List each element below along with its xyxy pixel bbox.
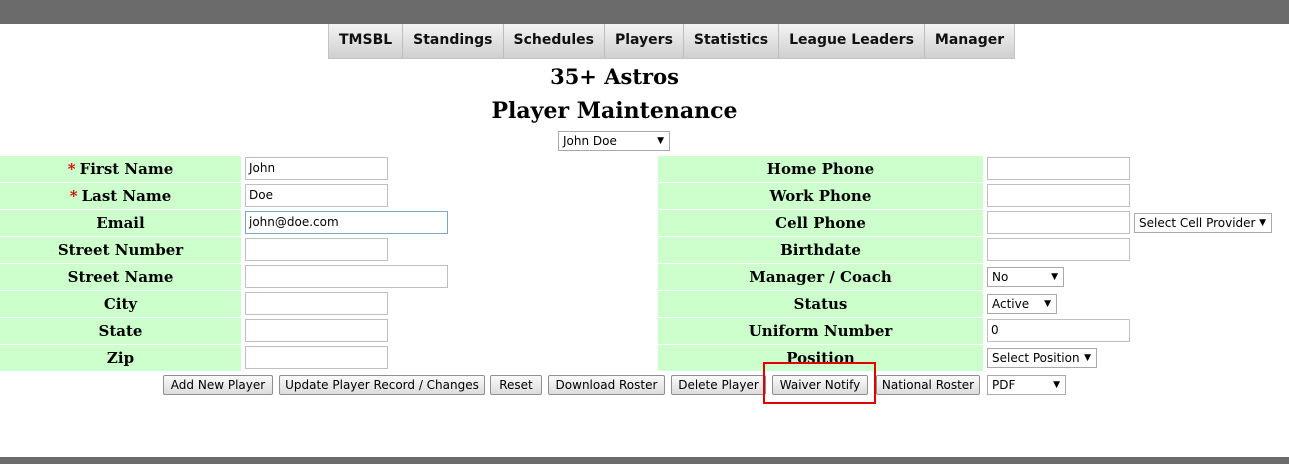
delete-player-button[interactable]: Delete Player (671, 375, 766, 395)
chevron-down-icon: ▼ (657, 136, 664, 146)
street-name-field[interactable] (245, 265, 448, 288)
position-select[interactable]: Select Position ▼ (987, 348, 1097, 368)
nav-standings[interactable]: Standings (403, 24, 504, 58)
format-select[interactable]: PDF ▼ (987, 375, 1066, 395)
label-text: Last Name (81, 187, 172, 205)
label-text: First Name (79, 160, 174, 178)
nav-tmsbl[interactable]: TMSBL (329, 24, 404, 58)
update-player-button[interactable]: Update Player Record / Changes (279, 375, 485, 395)
last-name-field[interactable]: Doe (245, 184, 388, 207)
top-bar (0, 0, 1289, 24)
required-marker: * (69, 187, 78, 205)
zip-field[interactable] (245, 346, 388, 369)
label-uniform-number: Uniform Number (658, 318, 983, 344)
home-phone-field[interactable] (987, 157, 1130, 180)
cell-phone-field[interactable] (987, 211, 1130, 234)
label-last-name: * Last Name (0, 183, 241, 209)
national-roster-button[interactable]: National Roster (876, 375, 980, 395)
required-marker: * (67, 160, 76, 178)
waiver-notify-highlight (763, 362, 876, 404)
label-zip: Zip (0, 345, 241, 371)
street-number-field[interactable] (245, 238, 388, 261)
label-city: City (0, 291, 241, 317)
cell-provider-select[interactable]: Select Cell Provider ▼ (1134, 213, 1272, 233)
page-title: Player Maintenance (491, 98, 738, 124)
player-select-value: John Doe (563, 134, 617, 148)
reset-button[interactable]: Reset (490, 375, 542, 395)
main-nav: TMSBL Standings Schedules Players Statis… (328, 24, 1016, 59)
manager-coach-value: No (992, 270, 1009, 284)
chevron-down-icon: ▼ (1084, 353, 1091, 363)
work-phone-field[interactable] (987, 184, 1130, 207)
format-value: PDF (992, 378, 1016, 392)
birthdate-field[interactable] (987, 238, 1130, 261)
status-value: Active (992, 297, 1030, 311)
label-home-phone: Home Phone (658, 156, 983, 182)
label-first-name: * First Name (0, 156, 241, 182)
label-status: Status (658, 291, 983, 317)
chevron-down-icon: ▼ (1053, 380, 1060, 390)
chevron-down-icon: ▼ (1051, 272, 1058, 282)
manager-coach-select[interactable]: No ▼ (987, 267, 1064, 287)
uniform-number-field[interactable]: 0 (987, 319, 1130, 342)
label-birthdate: Birthdate (658, 237, 983, 263)
email-field[interactable]: john@doe.com (245, 211, 448, 234)
chevron-down-icon: ▼ (1044, 299, 1051, 309)
label-street-name: Street Name (0, 264, 241, 290)
first-name-field[interactable]: John (245, 157, 388, 180)
status-select[interactable]: Active ▼ (987, 294, 1057, 314)
nav-statistics[interactable]: Statistics (684, 24, 780, 58)
city-field[interactable] (245, 292, 388, 315)
nav-players[interactable]: Players (605, 24, 684, 58)
label-work-phone: Work Phone (658, 183, 983, 209)
label-manager-coach: Manager / Coach (658, 264, 983, 290)
bottom-bar (0, 457, 1289, 464)
label-cell-phone: Cell Phone (658, 210, 983, 236)
state-field[interactable] (245, 319, 388, 342)
label-street-number: Street Number (0, 237, 241, 263)
label-email: Email (0, 210, 241, 236)
add-new-player-button[interactable]: Add New Player (163, 375, 273, 395)
team-name: 35+ Astros (550, 64, 679, 89)
nav-schedules[interactable]: Schedules (504, 24, 605, 58)
player-select[interactable]: John Doe ▼ (558, 131, 670, 151)
nav-manager[interactable]: Manager (925, 24, 1014, 58)
label-state: State (0, 318, 241, 344)
download-roster-button[interactable]: Download Roster (548, 375, 665, 395)
nav-league-leaders[interactable]: League Leaders (779, 24, 925, 58)
position-value: Select Position (992, 351, 1080, 365)
chevron-down-icon: ▼ (1259, 218, 1266, 228)
cell-provider-value: Select Cell Provider (1139, 216, 1256, 230)
